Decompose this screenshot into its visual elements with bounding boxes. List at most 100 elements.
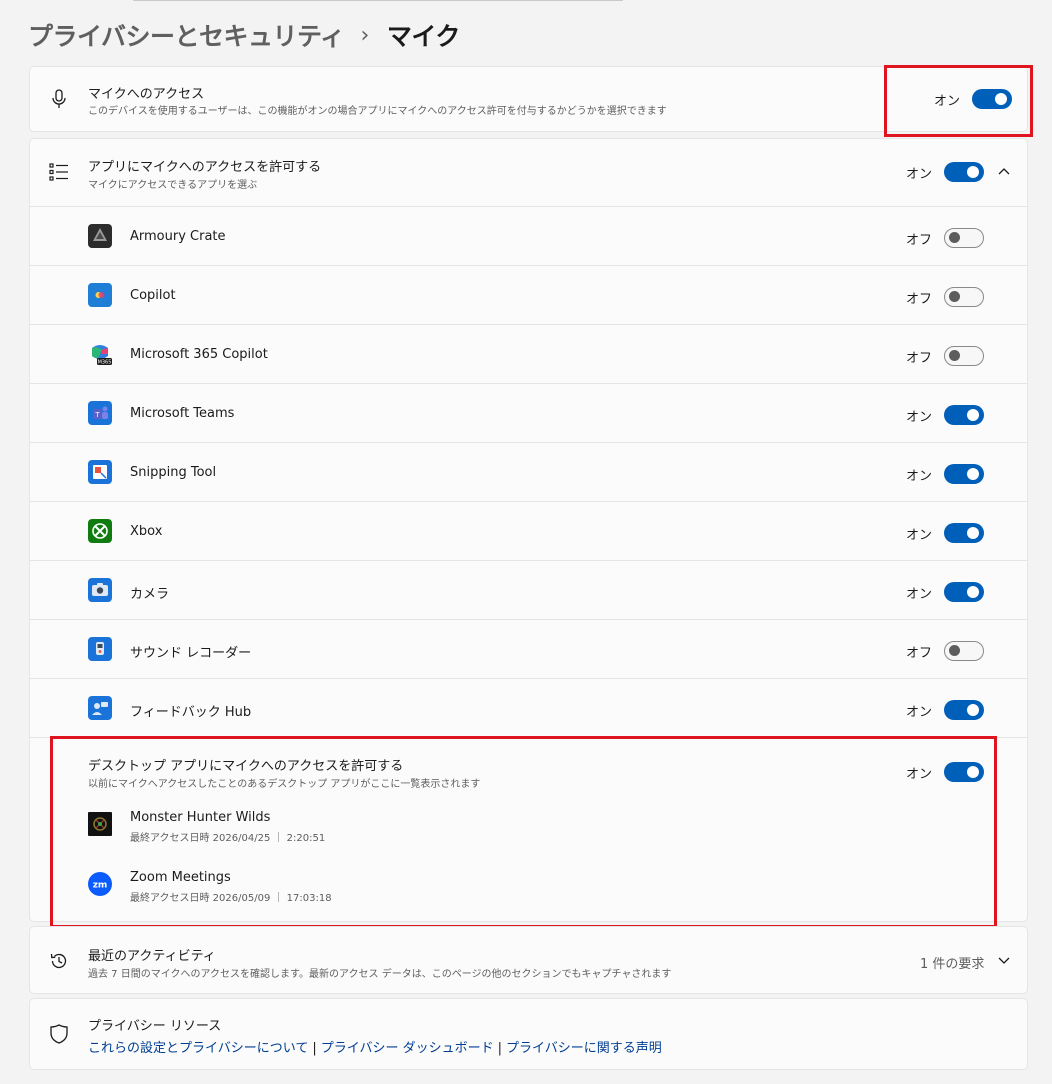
zoom-icon: zm <box>88 872 112 896</box>
app-access-toggle[interactable] <box>944 162 984 182</box>
desktop-access-description: 以前にマイクへアクセスしたことのあるデスクトップ アプリがここに一覧表示されます <box>88 779 481 790</box>
app-access-description: マイクにアクセスできるアプリを選ぶ <box>88 180 258 191</box>
app-row-camera: カメラ オン <box>30 560 1027 620</box>
desktop-app-name: Zoom Meetings <box>130 870 231 885</box>
breadcrumb-parent-link[interactable]: プライバシーとセキュリティ <box>28 17 345 53</box>
app-name: Armoury Crate <box>130 229 226 244</box>
mic-access-card: マイクへのアクセス このデバイスを使用するユーザーは、この機能がオンの場合アプリ… <box>29 66 1028 132</box>
desktop-app-last-access: 最終アクセス日時 2026/04/25 ｜ 2:20:51 <box>130 833 326 844</box>
app-access-header[interactable]: アプリにマイクへのアクセスを許可する マイクにアクセスできるアプリを選ぶ オン <box>30 139 1027 206</box>
app-toggle[interactable] <box>944 228 984 248</box>
privacy-resources-title: プライバシー リソース <box>88 1019 222 1034</box>
app-name: Xbox <box>130 524 163 539</box>
history-icon <box>48 950 70 972</box>
app-state: オン <box>905 587 932 602</box>
app-state: オフ <box>905 646 932 661</box>
app-name: サウンド レコーダー <box>130 646 252 661</box>
chevron-up-icon[interactable] <box>996 163 1012 179</box>
svg-text:M365: M365 <box>98 360 112 366</box>
app-state: オン <box>905 469 932 484</box>
app-toggle[interactable] <box>944 464 984 484</box>
page-title: マイク <box>386 22 461 51</box>
shield-icon <box>48 1023 70 1045</box>
toggle-knob <box>967 409 979 421</box>
privacy-links: これらの設定とプライバシーについて | プライバシー ダッシュボード | プライバシーに… <box>88 1037 662 1056</box>
recent-activity-card[interactable]: 最近のアクティビティ 過去 7 日間のマイクへのアクセスを確認します。最新のアク… <box>29 926 1028 994</box>
toggle-knob <box>967 586 979 598</box>
desktop-access-state: オン <box>905 767 932 782</box>
toggle-knob <box>967 468 979 480</box>
mic-access-toggle[interactable] <box>972 89 1012 109</box>
app-toggle[interactable] <box>944 523 984 543</box>
link-separator: | <box>312 1041 317 1056</box>
app-toggle[interactable] <box>944 405 984 425</box>
chevron-down-icon[interactable] <box>996 953 1012 969</box>
app-name: Snipping Tool <box>130 465 217 480</box>
breadcrumb: プライバシーとセキュリティ › マイク <box>28 18 460 52</box>
copilot-icon <box>88 283 112 307</box>
app-row-microsoft-365-copilot: M365 Microsoft 365 Copilot オフ <box>30 324 1027 384</box>
app-name: Microsoft 365 Copilot <box>130 347 268 362</box>
app-access-title: アプリにマイクへのアクセスを許可する <box>88 160 322 175</box>
toggle-knob <box>995 93 1007 105</box>
app-access-card: アプリにマイクへのアクセスを許可する マイクにアクセスできるアプリを選ぶ オン … <box>29 138 1028 922</box>
mic-access-state: オン <box>933 94 960 109</box>
app-state: オフ <box>905 351 932 366</box>
toggle-knob <box>967 704 979 716</box>
app-state: オン <box>905 410 932 425</box>
breadcrumb-chevron-icon: › <box>360 22 370 48</box>
app-row-snipping-tool: Snipping Tool オン <box>30 442 1027 502</box>
app-toggle[interactable] <box>944 287 984 307</box>
xbox-icon <box>88 519 112 543</box>
app-name: フィードバック Hub <box>130 705 252 720</box>
app-state: オフ <box>905 233 932 248</box>
app-name: Microsoft Teams <box>130 406 235 421</box>
list-icon <box>48 161 70 183</box>
app-toggle[interactable] <box>944 700 984 720</box>
sound-recorder-icon <box>88 637 112 661</box>
app-toggle[interactable] <box>944 346 984 366</box>
app-row-feedback-hub: フィードバック Hub オン <box>30 678 1027 738</box>
toggle-knob <box>967 766 979 778</box>
toggle-knob <box>949 232 960 243</box>
app-row-xbox: Xbox オン <box>30 501 1027 561</box>
app-row-sound-recorder: サウンド レコーダー オフ <box>30 619 1027 679</box>
app-state: オフ <box>905 292 932 307</box>
svg-text:T: T <box>94 411 100 419</box>
toggle-knob <box>949 291 960 302</box>
link-privacy-statement[interactable]: プライバシーに関する声明 <box>506 1041 662 1056</box>
desktop-access-title: デスクトップ アプリにマイクへのアクセスを許可する <box>88 759 404 774</box>
mic-access-description: このデバイスを使用するユーザーは、この機能がオンの場合アプリにマイクへのアクセス… <box>88 106 667 117</box>
recent-activity-title: 最近のアクティビティ <box>88 949 216 964</box>
snipping-tool-icon <box>88 460 112 484</box>
link-privacy-dashboard[interactable]: プライバシー ダッシュボード <box>321 1041 494 1056</box>
desktop-app-last-access: 最終アクセス日時 2026/05/09 ｜ 17:03:18 <box>130 893 332 904</box>
toggle-knob <box>967 527 979 539</box>
link-about-settings-privacy[interactable]: これらの設定とプライバシーについて <box>88 1041 308 1056</box>
link-separator: | <box>497 1041 503 1056</box>
camera-icon <box>88 578 112 602</box>
app-toggle[interactable] <box>944 641 984 661</box>
app-access-state: オン <box>905 167 932 182</box>
app-state: オン <box>905 528 932 543</box>
recent-activity-description: 過去 7 日間のマイクへのアクセスを確認します。最新のアクセス データは、このペ… <box>88 969 672 980</box>
recent-activity-count: 1 件の要求 <box>920 957 985 972</box>
desktop-access-toggle[interactable] <box>944 762 984 782</box>
toggle-knob <box>949 350 960 361</box>
svg-text:zm: zm <box>93 881 108 891</box>
app-row-microsoft-teams: T Microsoft Teams オン <box>30 383 1027 443</box>
app-name: カメラ <box>130 587 170 602</box>
app-row-copilot: Copilot オフ <box>30 265 1027 325</box>
microphone-icon <box>48 88 70 110</box>
microsoft-365-copilot-icon: M365 <box>88 342 112 366</box>
monster-hunter-wilds-icon <box>88 812 112 836</box>
mic-access-title: マイクへのアクセス <box>88 87 205 102</box>
window-top-edge <box>133 0 623 1</box>
armoury-crate-icon <box>88 224 112 248</box>
toggle-knob <box>967 166 979 178</box>
app-toggle[interactable] <box>944 582 984 602</box>
feedback-hub-icon <box>88 696 112 720</box>
app-row-armoury-crate: Armoury Crate オフ <box>30 206 1027 266</box>
toggle-knob <box>949 645 960 656</box>
teams-icon: T <box>88 401 112 425</box>
